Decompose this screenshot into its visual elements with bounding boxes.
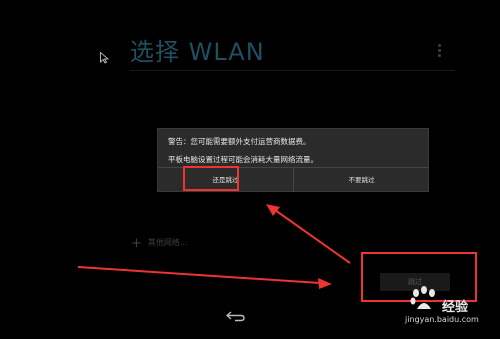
back-icon[interactable] — [226, 310, 246, 322]
arrow-to-dialog-button — [266, 204, 351, 264]
watermark-brand: 经验 — [442, 300, 469, 315]
watermark-url: jingyan.baidu.com — [405, 315, 479, 324]
baidu-paw-logo — [410, 286, 435, 309]
arrow-to-skip-button — [77, 266, 332, 289]
